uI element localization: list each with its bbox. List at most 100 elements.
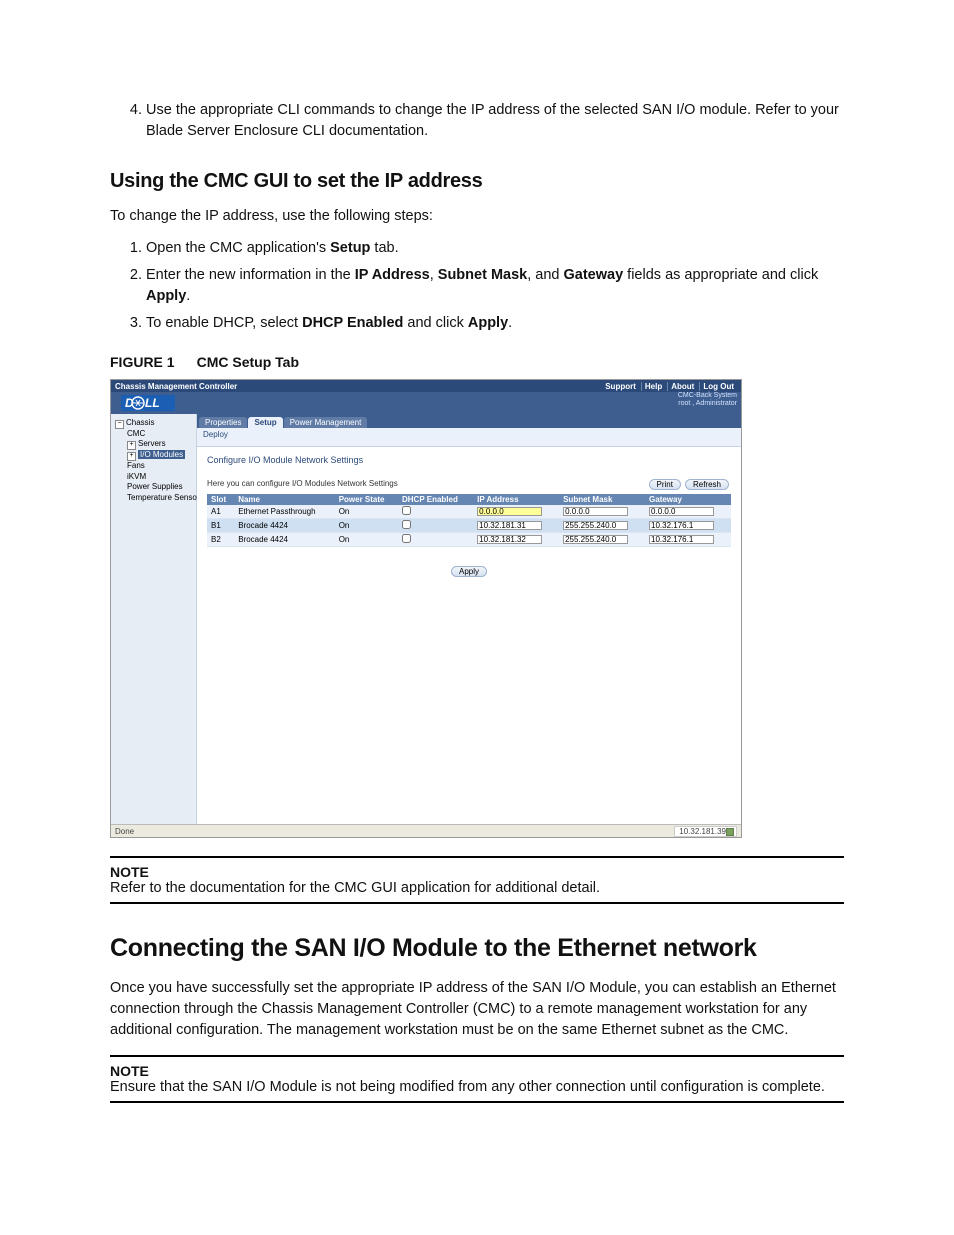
link-help[interactable]: Help	[641, 382, 665, 391]
tab-setup[interactable]: Setup	[248, 417, 282, 428]
tree-io[interactable]: +I/O Modules	[115, 450, 192, 461]
tree-ikvm[interactable]: iKVM	[115, 472, 192, 482]
titlebar-links: Support Help About Log Out	[602, 382, 737, 391]
th-ip: IP Address	[473, 494, 559, 505]
ip-input[interactable]	[477, 507, 542, 516]
tab-properties[interactable]: Properties	[199, 417, 247, 428]
cell-dhcp	[398, 505, 473, 519]
cell-slot: A1	[207, 505, 234, 519]
section-gui-heading: Using the CMC GUI to set the IP address	[110, 170, 844, 193]
ip-input[interactable]	[477, 535, 542, 544]
th-slot: Slot	[207, 494, 234, 505]
tree-cmc[interactable]: CMC	[115, 429, 192, 439]
expand-icon[interactable]: +	[127, 452, 136, 461]
link-logout[interactable]: Log Out	[699, 382, 737, 391]
cell-mask	[559, 505, 645, 519]
dhcp-checkbox[interactable]	[402, 520, 411, 529]
cell-power: On	[335, 505, 398, 519]
th-dhcp: DHCP Enabled	[398, 494, 473, 505]
gw-input[interactable]	[649, 535, 714, 544]
cell-gw	[645, 533, 731, 547]
intro-steps: Use the appropriate CLI commands to chan…	[110, 100, 844, 142]
refresh-button[interactable]: Refresh	[685, 479, 729, 490]
cell-slot: B1	[207, 519, 234, 533]
mask-input[interactable]	[563, 535, 628, 544]
cell-mask	[559, 533, 645, 547]
table-row: A1Ethernet PassthroughOn	[207, 505, 731, 519]
th-name: Name	[234, 494, 335, 505]
table-header-row: Slot Name Power State DHCP Enabled IP Ad…	[207, 494, 731, 505]
dhcp-checkbox[interactable]	[402, 506, 411, 515]
apply-wrap: Apply	[207, 567, 731, 576]
table-row: B1Brocade 4424On	[207, 519, 731, 533]
cell-mask	[559, 519, 645, 533]
figure-caption: CMC Setup Tab	[197, 354, 299, 370]
cell-dhcp	[398, 519, 473, 533]
subtab-deploy[interactable]: Deploy	[203, 430, 228, 439]
gw-input[interactable]	[649, 521, 714, 530]
link-support[interactable]: Support	[602, 382, 639, 391]
mask-input[interactable]	[563, 521, 628, 530]
cell-power: On	[335, 519, 398, 533]
tree-servers[interactable]: +Servers	[115, 439, 192, 450]
ip-input[interactable]	[477, 521, 542, 530]
section-connect-heading: Connecting the SAN I/O Module to the Eth…	[110, 934, 844, 963]
cell-name: Brocade 4424	[234, 533, 335, 547]
tree-fans[interactable]: Fans	[115, 461, 192, 471]
main-panel: Properties Setup Power Management Deploy…	[197, 414, 741, 825]
section-gui-lead: To change the IP address, use the follow…	[110, 208, 844, 224]
th-power: Power State	[335, 494, 398, 505]
status-ip: 10.32.181.39	[674, 826, 737, 837]
nav-tree: −Chassis CMC +Servers +I/O Modules Fans …	[111, 414, 197, 825]
intro-step-4: Use the appropriate CLI commands to chan…	[146, 100, 844, 142]
rule	[110, 856, 844, 858]
figure-number: FIGURE 1	[110, 354, 175, 370]
status-done: Done	[115, 827, 134, 836]
cell-dhcp	[398, 533, 473, 547]
table-row: B2Brocade 4424On	[207, 533, 731, 547]
tab-power[interactable]: Power Management	[284, 417, 368, 428]
cell-name: Ethernet Passthrough	[234, 505, 335, 519]
tree-ps[interactable]: Power Supplies	[115, 482, 192, 492]
gui-step-3: To enable DHCP, select DHCP Enabled and …	[146, 313, 844, 334]
tree-chassis[interactable]: −Chassis	[115, 418, 192, 429]
expand-icon[interactable]: +	[127, 441, 136, 450]
th-gw: Gateway	[645, 494, 731, 505]
print-button[interactable]: Print	[649, 479, 681, 490]
note2-text: Ensure that the SAN I/O Module is not be…	[110, 1079, 844, 1095]
tree-ts[interactable]: Temperature Sensors	[115, 493, 192, 503]
cell-gw	[645, 505, 731, 519]
io-table: Slot Name Power State DHCP Enabled IP Ad…	[207, 494, 731, 547]
note1-label: NOTE	[110, 864, 844, 880]
titlebar-title: Chassis Management Controller	[115, 382, 237, 391]
mask-input[interactable]	[563, 507, 628, 516]
gui-step-1: Open the CMC application's Setup tab.	[146, 238, 844, 259]
link-about[interactable]: About	[667, 382, 697, 391]
cell-gw	[645, 519, 731, 533]
header-credit: CMC-Back System root , Administrator	[678, 392, 737, 407]
dell-logo-icon: D LL	[121, 395, 175, 411]
apply-button[interactable]: Apply	[451, 566, 487, 577]
note2-label: NOTE	[110, 1063, 844, 1079]
section-connect-para: Once you have successfully set the appro…	[110, 978, 844, 1041]
cell-slot: B2	[207, 533, 234, 547]
cmc-screenshot: Chassis Management Controller Support He…	[110, 379, 742, 838]
gw-input[interactable]	[649, 507, 714, 516]
subtab-bar: Deploy	[197, 428, 741, 447]
intro-step-4-text: Use the appropriate CLI commands to chan…	[146, 102, 839, 139]
svg-text:LL: LL	[145, 396, 160, 410]
th-mask: Subnet Mask	[559, 494, 645, 505]
cell-power: On	[335, 533, 398, 547]
titlebar: Chassis Management Controller Support He…	[111, 380, 741, 392]
cell-ip	[473, 505, 559, 519]
collapse-icon[interactable]: −	[115, 420, 124, 429]
gui-steps: Open the CMC application's Setup tab. En…	[110, 238, 844, 334]
header-strip: D LL CMC-Back System root , Administrato…	[111, 392, 741, 414]
dhcp-checkbox[interactable]	[402, 534, 411, 543]
rule	[110, 1101, 844, 1103]
cell-ip	[473, 533, 559, 547]
rule	[110, 902, 844, 904]
figure-label: FIGURE 1 CMC Setup Tab	[110, 354, 844, 371]
cell-ip	[473, 519, 559, 533]
gui-step-2: Enter the new information in the IP Addr…	[146, 265, 844, 307]
